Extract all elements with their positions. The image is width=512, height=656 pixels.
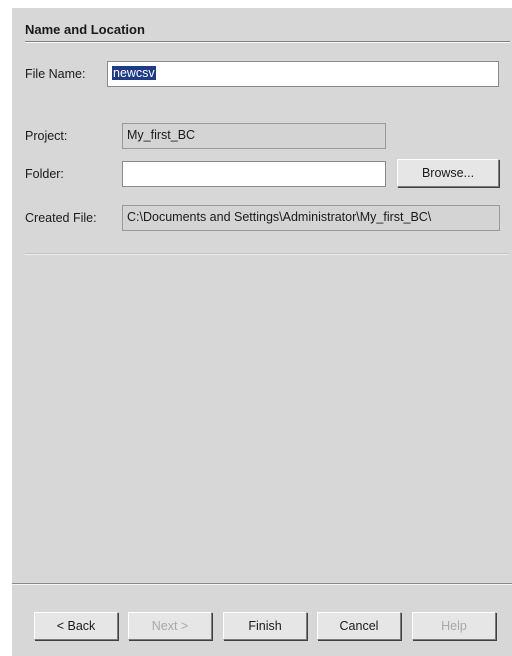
file-name-label: File Name:	[25, 67, 86, 81]
help-button[interactable]: Help	[412, 612, 496, 640]
browse-button[interactable]: Browse...	[397, 159, 499, 187]
next-button[interactable]: Next >	[128, 612, 212, 640]
footer-divider	[12, 583, 512, 585]
folder-label: Folder:	[25, 167, 64, 181]
name-and-location-panel: Name and Location File Name: newcsv Proj…	[12, 8, 512, 588]
content-divider	[25, 253, 508, 255]
section-title: Name and Location	[25, 22, 145, 37]
finish-button[interactable]: Finish	[223, 612, 307, 640]
new-file-dialog: Name and Location File Name: newcsv Proj…	[12, 8, 512, 656]
cancel-button[interactable]: Cancel	[317, 612, 401, 640]
section-divider	[25, 41, 510, 43]
file-name-value: newcsv	[112, 66, 156, 80]
created-file-label: Created File:	[25, 211, 97, 225]
project-label: Project:	[25, 129, 68, 143]
folder-input[interactable]	[122, 161, 386, 187]
project-field: My_first_BC	[122, 123, 386, 149]
file-name-input[interactable]: newcsv	[107, 61, 499, 87]
back-button[interactable]: < Back	[34, 612, 118, 640]
created-file-field: C:\Documents and Settings\Administrator\…	[122, 205, 500, 231]
